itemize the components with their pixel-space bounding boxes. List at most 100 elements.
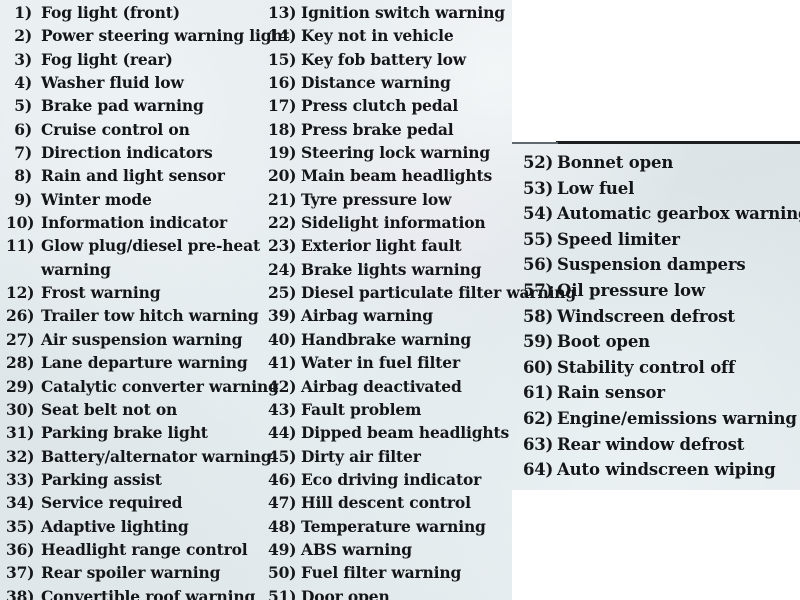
list-item-label: Adaptive lighting [41,516,189,536]
list-item-number: 57) [523,280,554,300]
list-item-label: Washer fluid low [41,73,184,93]
list-item: 59) Boot open [523,329,800,355]
list-item-number: 49) [268,539,297,559]
list-item-label: Catalytic converter warning [41,376,279,396]
list-item-label: Sidelight information [301,213,486,233]
list-item-number: 61) [523,383,554,403]
list-item-number: 23) [268,236,297,256]
list-item-number: 40) [268,329,297,349]
list-item: 35) Adaptive lighting [6,515,264,538]
list-item: 28) Lane departure warning [6,351,264,374]
list-item: 24) Brake lights warning [268,258,538,281]
list-item-label: Airbag warning [301,306,433,326]
list-item-number: 2) [14,26,32,46]
list-item: 23) Exterior light fault [268,234,538,257]
list-item-number: 20) [268,166,297,186]
list-item-label: Lane departure warning [41,353,248,373]
list-item: warning [6,258,264,281]
list-item: 39) Airbag warning [268,304,538,327]
list-item: 43) Fault problem [268,398,538,421]
list-item-label: Rain and light sensor [41,166,225,186]
list-item-label: Stability control off [557,357,735,377]
list-item-number: 35) [6,516,35,536]
list-item-number: 22) [268,213,297,233]
list-item-label: Oil pressure low [557,280,705,300]
list-item: 11) Glow plug/diesel pre-heat [6,234,264,257]
list-item-label: Engine/emissions warning [557,408,797,428]
list-item-number: 31) [6,423,35,443]
list-item-label: Air suspension warning [41,329,243,349]
list-item-label: Low fuel [557,178,635,198]
list-item-label: Windscreen defrost [557,306,735,326]
list-item: 55) Speed limiter [523,227,800,253]
list-item-number: 3) [14,49,32,69]
list-item-number: 9) [14,189,32,209]
list-item-label: Seat belt not on [41,399,178,419]
list-item: 4) Washer fluid low [6,71,264,94]
list-item-number: 36) [6,539,35,559]
list-item: 57) Oil pressure low [523,278,800,304]
list-item-number: 32) [6,446,35,466]
list-item-number: 4) [14,73,32,93]
list-item-number: 16) [268,73,297,93]
list-item: 51) Door open [268,585,538,600]
list-item-number: 13) [268,3,297,22]
list-item-label: Suspension dampers [557,255,746,275]
list-item-label: Dirty air filter [301,446,421,466]
list-item: 62) Engine/emissions warning [523,406,800,432]
list-item-label: Airbag deactivated [301,376,462,396]
list-item-label: Press clutch pedal [301,96,459,116]
list-item: 60) Stability control off [523,355,800,381]
list-item-number: 62) [523,408,554,428]
list-item-label: Tyre pressure low [301,189,452,209]
list-item-label: Temperature warning [301,516,486,536]
list-item-number: 64) [523,460,554,480]
list-item-label: Brake pad warning [41,96,204,116]
list-item-number: 42) [268,376,297,396]
list-item: 15) Key fob battery low [268,48,538,71]
list-item-number: 37) [6,563,35,583]
list-item-label: Key fob battery low [301,49,466,69]
list-item-label: Headlight range control [41,539,248,559]
list-item-number: 29) [6,376,35,396]
list-item-number: 24) [268,259,297,279]
list-item-label: Press brake pedal [301,119,454,139]
list-item-label: Bonnet open [557,153,674,172]
list-item-label: Winter mode [41,189,152,209]
list-item-label: Exterior light fault [301,236,462,256]
white-overlay-panel-top [512,0,800,143]
list-item: 12) Frost warning [6,281,264,304]
list-item-number: 17) [268,96,297,116]
list-item: 9) Winter mode [6,188,264,211]
list-item: 21) Tyre pressure low [268,188,538,211]
list-item: 61) Rain sensor [523,380,800,406]
entry-list-3: 52) Bonnet open 53) Low fuel 54) Automatic ge… [523,150,800,483]
list-item-label: Trailer tow hitch warning [41,306,259,326]
list-item-number: 6) [14,119,32,139]
list-item-number: 56) [523,255,554,275]
list-item: 40) Handbrake warning [268,328,538,351]
list-column-3: 52) Bonnet open 53) Low fuel 54) Automatic ge… [523,150,800,483]
list-item-number: 47) [268,493,297,513]
list-item-label: Door open [301,586,390,600]
list-item-label: Key not in vehicle [301,26,454,46]
list-item-label: Rain sensor [557,383,665,403]
list-item-number: 30) [6,399,35,419]
list-item-number: 38) [6,586,35,600]
list-item-label: Service required [41,493,183,513]
list-item-number: 21) [268,189,297,209]
list-item-number: 7) [14,143,32,163]
list-item-label: Handbrake warning [301,329,472,349]
list-item: 10) Information indicator [6,211,264,234]
list-item-label: Parking assist [41,469,162,489]
list-item-number: 33) [6,469,35,489]
list-item-number: 19) [268,143,297,163]
list-item-number: 11) [6,236,35,256]
horizontal-rule-left-stub [512,142,558,144]
list-item: 63) Rear window defrost [523,432,800,458]
list-item: 31) Parking brake light [6,421,264,444]
list-item: 6) Cruise control on [6,118,264,141]
list-item: 45) Dirty air filter [268,445,538,468]
list-item-label: Fuel filter warning [301,563,462,583]
list-item-number: 48) [268,516,297,536]
